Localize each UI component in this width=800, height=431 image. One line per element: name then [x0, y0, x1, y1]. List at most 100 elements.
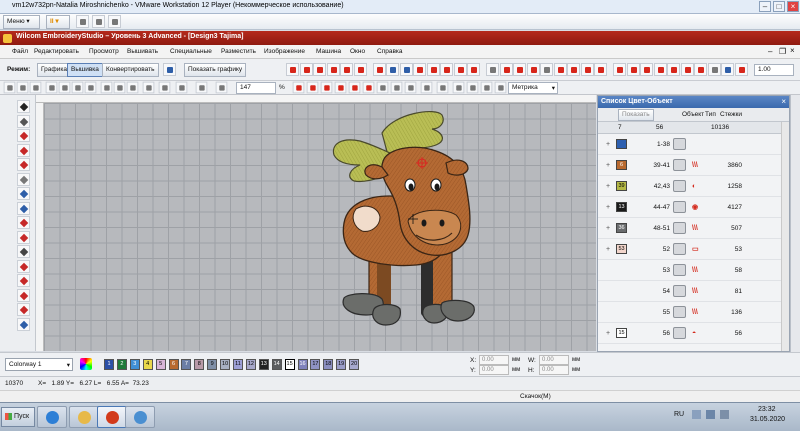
toolbar-tool-25-icon[interactable] [626, 63, 640, 76]
view-tool-10-icon[interactable] [420, 81, 433, 94]
maximize-button[interactable]: □ [773, 1, 785, 12]
stitch-value-field[interactable]: 147 [236, 82, 276, 94]
menu-special[interactable]: Специальные [170, 48, 212, 55]
volume-tray-icon[interactable] [720, 410, 729, 419]
wilcom-app-icon[interactable] [97, 406, 127, 428]
view-tool-8-icon[interactable] [390, 81, 403, 94]
view-tool-12-icon[interactable] [452, 81, 465, 94]
palette-swatch[interactable]: 5 [155, 359, 166, 370]
toolbar-tool-7-icon[interactable] [372, 63, 386, 76]
design-canvas[interactable] [44, 103, 596, 351]
palette-swatch[interactable]: 8 [194, 359, 205, 370]
toolbox-tool-9-icon[interactable] [17, 216, 30, 229]
colorway-select[interactable]: Colorway 1 ▾ [5, 358, 73, 371]
toolbar-tool-11-icon[interactable] [426, 63, 440, 76]
expand-icon[interactable]: + [606, 183, 610, 190]
doc-close-icon[interactable]: × [790, 46, 795, 55]
standard-tool-5-icon[interactable] [58, 81, 71, 94]
toolbar-tool-6-icon[interactable] [353, 63, 367, 76]
toolbox-tool-15-icon[interactable] [17, 303, 30, 316]
toolbar-tool-8-icon[interactable] [386, 63, 399, 76]
vm-send-ctrl-alt-del-icon[interactable] [76, 15, 89, 28]
toolbar-tool-14-icon[interactable] [467, 63, 480, 76]
internet-explorer-icon[interactable] [37, 406, 67, 428]
menu-image[interactable]: Изображение [264, 48, 305, 55]
view-tool-9-icon[interactable] [404, 81, 417, 94]
palette-swatch[interactable]: 1 [104, 359, 114, 370]
toolbar-tool-16-icon[interactable] [499, 63, 513, 76]
standard-tool-4-icon[interactable] [45, 81, 58, 94]
toolbox-tool-3-icon[interactable] [17, 129, 30, 142]
expand-icon[interactable]: + [606, 162, 610, 169]
palette-swatch[interactable]: 19 [336, 359, 347, 370]
menu-machine[interactable]: Машина [316, 48, 341, 55]
toolbox-tool-2-icon[interactable] [17, 114, 30, 128]
toolbar-tool-20-icon[interactable] [553, 63, 567, 76]
standard-tool-14-icon[interactable] [195, 81, 208, 94]
color-object-row[interactable]: +36 48-51 \\\ 507 [598, 218, 781, 239]
palette-swatch[interactable]: 16 [297, 359, 308, 370]
toolbar-tool-19-icon[interactable] [540, 63, 553, 76]
minimize-button[interactable]: – [759, 1, 771, 12]
view-tool-3-icon[interactable] [320, 81, 333, 94]
toolbox-tool-16-icon[interactable] [17, 317, 30, 331]
doc-restore-icon[interactable]: ❐ [779, 47, 786, 56]
menu-view[interactable]: Просмотр [89, 48, 119, 55]
view-tool-2-icon[interactable] [306, 81, 319, 94]
units-select[interactable]: Метрика ▾ [508, 82, 558, 94]
standard-tool-7-icon[interactable] [84, 81, 97, 94]
palette-swatch[interactable]: 7 [181, 359, 192, 370]
view-tool-14-icon[interactable] [480, 81, 493, 94]
toolbar-tool-15-icon[interactable] [486, 63, 499, 76]
standard-tool-1-icon[interactable] [3, 81, 16, 94]
toolbox-tool-11-icon[interactable] [17, 245, 30, 258]
language-indicator[interactable]: RU [674, 411, 684, 418]
color-wheel-icon[interactable] [80, 358, 92, 370]
toolbox-tool-7-icon[interactable] [17, 187, 30, 200]
toolbar-tool-26-icon[interactable] [640, 63, 653, 76]
start-button[interactable]: Пуск [1, 407, 35, 427]
show-graphics-button[interactable]: Показать графику [184, 63, 247, 77]
view-tool-5-icon[interactable] [348, 81, 361, 94]
explorer-folder-icon[interactable] [69, 406, 99, 428]
toolbar-tool-10-icon[interactable] [413, 63, 426, 76]
view-tool-6-icon[interactable] [362, 81, 375, 94]
toolbar-tool-30-icon[interactable] [694, 63, 707, 76]
view-tool-11-icon[interactable] [436, 81, 449, 94]
toolbar-tool-2-icon[interactable] [299, 63, 313, 76]
standard-tool-8-icon[interactable] [100, 81, 113, 94]
color-object-row[interactable]: +6 39-41 \\\ 3860 [598, 155, 781, 176]
color-object-row[interactable]: +1-38 [598, 134, 781, 155]
palette-swatch[interactable]: 9 [207, 359, 218, 370]
h-field[interactable]: 0.00 [539, 365, 569, 375]
standard-tool-9-icon[interactable] [113, 81, 126, 94]
toolbar-tool-1-icon[interactable] [286, 63, 299, 76]
expand-icon[interactable]: + [606, 204, 610, 211]
toolbar-tool-33-icon[interactable] [734, 63, 748, 76]
menu-file[interactable]: Файл [12, 48, 28, 55]
close-button[interactable]: × [787, 1, 799, 12]
toolbar-tool-22-icon[interactable] [580, 63, 594, 76]
palette-swatch[interactable]: 3 [129, 359, 140, 370]
toolbox-tool-14-icon[interactable] [17, 288, 30, 302]
toolbar-tool-31-icon[interactable] [707, 63, 721, 76]
panel-scrollbar[interactable] [781, 122, 789, 351]
color-object-row[interactable]: 54 \\\ 81 [598, 281, 781, 302]
toolbox-tool-6-icon[interactable] [17, 172, 30, 186]
toolbar-tool-21-icon[interactable] [567, 63, 580, 76]
view-tool-7-icon[interactable] [376, 81, 389, 94]
toolbox-tool-12-icon[interactable] [17, 259, 30, 273]
standard-tool-3-icon[interactable] [29, 81, 42, 94]
menu-window[interactable]: Окно [350, 48, 365, 55]
palette-swatch[interactable]: 13 [258, 359, 269, 370]
doc-minimize-icon[interactable]: – [768, 47, 772, 56]
convert-button[interactable]: Конвертировать [102, 63, 159, 77]
standard-tool-10-icon[interactable] [126, 81, 139, 94]
palette-swatch[interactable]: 2 [116, 359, 127, 370]
toolbox-tool-13-icon[interactable] [17, 274, 30, 287]
toolbar-tool-3-icon[interactable] [313, 63, 326, 76]
standard-tool-15-icon[interactable] [215, 81, 228, 94]
palette-swatch[interactable]: 10 [220, 359, 231, 370]
expand-icon[interactable]: + [606, 330, 610, 337]
toolbox-tool-5-icon[interactable] [17, 158, 30, 171]
